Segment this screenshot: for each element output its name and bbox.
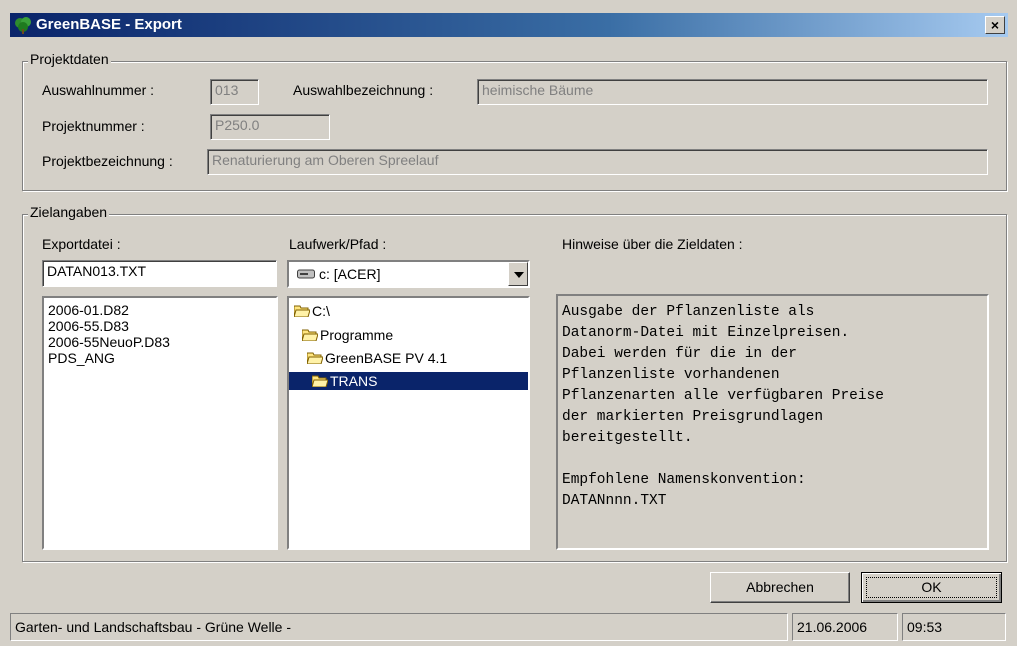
list-item[interactable]: PDS_ANG: [44, 350, 276, 366]
cancel-button-label: Abbrechen: [746, 579, 814, 595]
hinweise-text: Ausgabe der Pflanzenliste als Datanorm-D…: [556, 294, 989, 550]
tree-item-root[interactable]: C:\: [294, 302, 330, 320]
hinweise-label: Hinweise über die Zieldaten :: [562, 236, 743, 252]
export-dialog: GreenBASE - Export × Projektdaten Auswah…: [0, 0, 1017, 646]
projektbezeichnung-label: Projektbezeichnung :: [42, 153, 173, 169]
drive-icon: [297, 269, 315, 279]
tree-item-label: TRANS: [330, 373, 378, 389]
projektnummer-label: Projektnummer :: [42, 118, 145, 134]
auswahlnummer-label: Auswahlnummer :: [42, 82, 155, 98]
close-button[interactable]: ×: [985, 16, 1005, 34]
open-folder-icon: [312, 375, 328, 387]
chevron-down-icon[interactable]: [508, 262, 528, 286]
open-folder-icon: [302, 329, 318, 341]
auswahlbezeichnung-field[interactable]: heimische Bäume: [477, 79, 988, 105]
zielangaben-legend: Zielangaben: [28, 204, 110, 220]
list-item[interactable]: 2006-55.D83: [44, 318, 276, 334]
projektdaten-legend: Projektdaten: [28, 51, 111, 67]
exportdatei-label: Exportdatei :: [42, 236, 121, 252]
projektnummer-field[interactable]: P250.0: [210, 114, 330, 140]
folder-tree[interactable]: C:\ Programme GreenBASE PV 4.1 TRANS: [287, 296, 530, 550]
window-title: GreenBASE - Export: [36, 16, 182, 33]
tree-item-trans[interactable]: TRANS: [289, 372, 528, 390]
auswahlnummer-field[interactable]: 013: [210, 79, 259, 105]
open-folder-icon: [307, 352, 323, 364]
open-folder-icon: [294, 305, 310, 317]
tree-item-label: C:\: [312, 303, 330, 319]
cancel-button[interactable]: Abbrechen: [710, 572, 850, 603]
tree-item-label: GreenBASE PV 4.1: [325, 350, 448, 366]
title-bar[interactable]: GreenBASE - Export ×: [10, 13, 1008, 37]
tree-item-label: Programme: [320, 327, 394, 343]
list-item[interactable]: 2006-55NeuoP.D83: [44, 334, 276, 350]
ok-button-label: OK: [921, 579, 942, 595]
list-item[interactable]: 2006-01.D82: [44, 302, 276, 318]
drive-value: c: [ACER]: [319, 266, 381, 282]
tree-icon: [15, 17, 31, 34]
file-list[interactable]: 2006-01.D82 2006-55.D83 2006-55NeuoP.D83…: [42, 296, 278, 550]
exportdatei-input[interactable]: DATAN013.TXT: [42, 260, 277, 287]
tree-item-programme[interactable]: Programme: [302, 326, 393, 344]
drive-select[interactable]: c: [ACER]: [287, 260, 530, 288]
ok-button[interactable]: OK: [861, 572, 1002, 603]
laufwerk-label: Laufwerk/Pfad :: [289, 236, 387, 252]
status-time: 09:53: [902, 613, 1006, 641]
projektbezeichnung-field[interactable]: Renaturierung am Oberen Spreelauf: [207, 149, 988, 175]
status-text: Garten- und Landschaftsbau - Grüne Welle…: [10, 613, 788, 641]
close-icon: ×: [990, 17, 1000, 33]
auswahlbezeichnung-label: Auswahlbezeichnung :: [293, 82, 434, 98]
status-date: 21.06.2006: [792, 613, 898, 641]
tree-item-greenbase[interactable]: GreenBASE PV 4.1: [307, 349, 447, 367]
